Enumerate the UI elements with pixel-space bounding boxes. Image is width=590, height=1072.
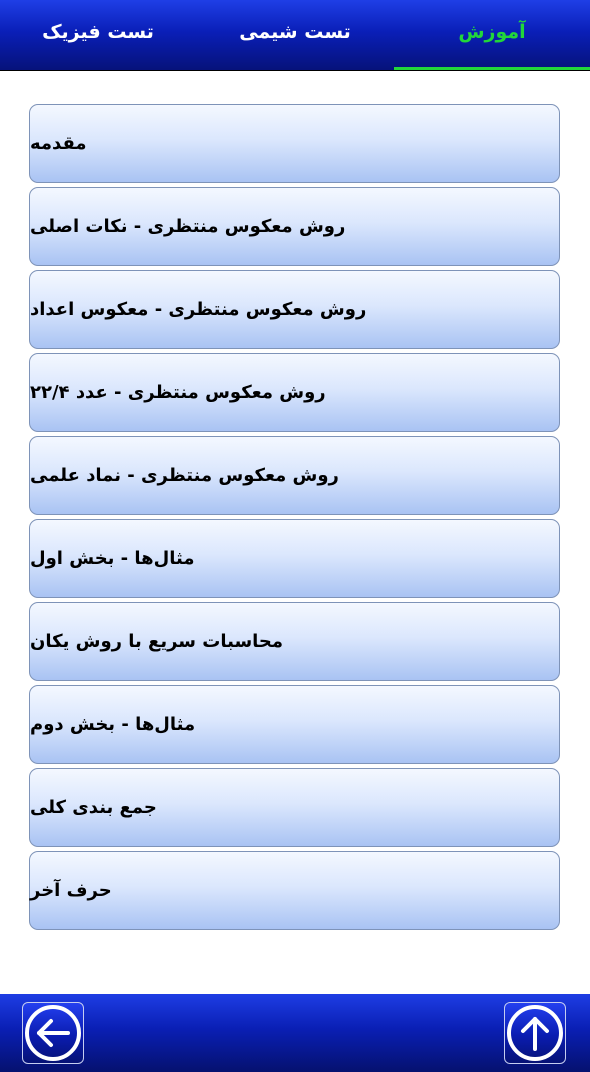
- list-item-label: جمع بندی کلی: [30, 797, 157, 818]
- list-item-label: حرف آخر: [30, 880, 112, 901]
- back-button[interactable]: [22, 1002, 84, 1064]
- list-item-final-word[interactable]: حرف آخر: [29, 851, 560, 930]
- lesson-list: مقدمه روش معکوس منتظری - نکات اصلی روش م…: [29, 104, 560, 934]
- list-item-examples-part-two[interactable]: مثال‌ها - بخش دوم: [29, 685, 560, 764]
- tab-chemistry-test[interactable]: تست شیمی: [197, 0, 393, 70]
- list-item-examples-part-one[interactable]: مثال‌ها - بخش اول: [29, 519, 560, 598]
- arrow-left-circle-icon: [25, 1005, 81, 1061]
- list-item-fast-calculations[interactable]: محاسبات سریع با روش یکان: [29, 602, 560, 681]
- tab-physics-test-label: تست فیزیک: [42, 21, 154, 43]
- list-item-summary[interactable]: جمع بندی کلی: [29, 768, 560, 847]
- list-item-label: مقدمه: [30, 133, 87, 154]
- list-item-label: مثال‌ها - بخش اول: [30, 548, 195, 569]
- tab-education[interactable]: آموزش: [394, 0, 590, 70]
- bottom-nav-bar: [0, 994, 590, 1072]
- list-item-number-22-4[interactable]: روش معکوس منتظری - عدد ۲۲/۴: [29, 353, 560, 432]
- list-item-introduction[interactable]: مقدمه: [29, 104, 560, 183]
- list-item-inverse-numbers[interactable]: روش معکوس منتظری - معکوس اعداد: [29, 270, 560, 349]
- top-tab-bar: تست فیزیک تست شیمی آموزش: [0, 0, 590, 71]
- list-item-scientific-notation[interactable]: روش معکوس منتظری - نماد علمی: [29, 436, 560, 515]
- list-item-key-points[interactable]: روش معکوس منتظری - نکات اصلی: [29, 187, 560, 266]
- scroll-up-button[interactable]: [504, 1002, 566, 1064]
- list-item-label: مثال‌ها - بخش دوم: [30, 714, 196, 735]
- list-item-label: روش معکوس منتظری - نماد علمی: [30, 465, 339, 486]
- list-item-label: روش معکوس منتظری - نکات اصلی: [30, 216, 346, 237]
- tab-chemistry-test-label: تست شیمی: [239, 21, 351, 43]
- active-tab-indicator: [394, 67, 590, 70]
- tab-physics-test[interactable]: تست فیزیک: [0, 0, 196, 70]
- arrow-up-circle-icon: [507, 1005, 563, 1061]
- list-item-label: محاسبات سریع با روش یکان: [30, 631, 284, 652]
- list-item-label: روش معکوس منتظری - معکوس اعداد: [30, 299, 367, 320]
- list-item-label: روش معکوس منتظری - عدد ۲۲/۴: [30, 382, 326, 403]
- tab-education-label: آموزش: [458, 21, 526, 43]
